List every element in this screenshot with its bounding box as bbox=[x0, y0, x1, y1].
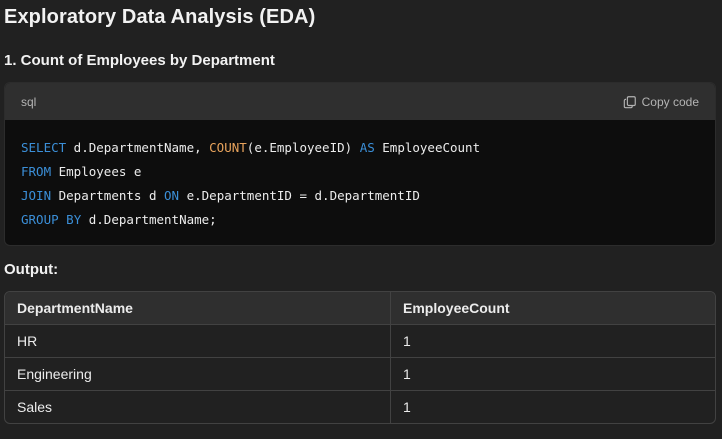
output-label: Output: bbox=[4, 261, 59, 278]
output-table: DepartmentName EmployeeCount HR 1 Engineeri… bbox=[4, 291, 716, 424]
code-line: JOIN Departments d ON e.DepartmentID = d… bbox=[21, 184, 699, 208]
code-keyword: FROM bbox=[21, 164, 52, 179]
code-text: Employees e bbox=[51, 164, 142, 179]
code-keyword: BY bbox=[66, 212, 82, 227]
chat-response: Exploratory Data Analysis (EDA) 1. Count… bbox=[0, 0, 722, 439]
column-header: EmployeeCount bbox=[390, 292, 715, 325]
code-keyword: JOIN bbox=[21, 188, 52, 203]
code-keyword: ON bbox=[164, 188, 180, 203]
code-line: GROUP BY d.DepartmentName; bbox=[21, 208, 699, 232]
code-keyword: SELECT bbox=[21, 140, 67, 155]
code-text: d.DepartmentName; bbox=[81, 212, 217, 227]
section-title: 1. Count of Employees by Department bbox=[4, 52, 275, 69]
table-cell: 1 bbox=[390, 324, 715, 358]
copy-icon bbox=[623, 95, 636, 108]
table-body: HR 1 Engineering 1 Sales 1 bbox=[5, 324, 715, 423]
code-line: SELECT d.DepartmentName, COUNT(e.Employe… bbox=[21, 136, 699, 160]
code-text: e.DepartmentID = d.DepartmentID bbox=[179, 188, 420, 203]
code-keyword: AS bbox=[359, 140, 375, 155]
table-header-row: DepartmentName EmployeeCount bbox=[5, 292, 715, 325]
copy-code-button[interactable]: Copy code bbox=[623, 95, 699, 109]
code-block: sql Copy code SELECT d.DepartmentName, C… bbox=[4, 82, 716, 246]
copy-code-label: Copy code bbox=[641, 94, 699, 109]
table-row: Sales 1 bbox=[5, 390, 715, 423]
column-header: DepartmentName bbox=[5, 292, 391, 325]
table-row: Engineering 1 bbox=[5, 357, 715, 391]
table-row: HR 1 bbox=[5, 324, 715, 358]
code-language-label: sql bbox=[21, 94, 37, 109]
table-cell: Sales bbox=[5, 390, 391, 423]
code-text: d.DepartmentName, bbox=[66, 140, 210, 155]
code-keyword: GROUP bbox=[21, 212, 59, 227]
table-cell: HR bbox=[5, 324, 391, 358]
code-text: Departments d bbox=[51, 188, 164, 203]
table-cell: 1 bbox=[403, 399, 411, 415]
page-title: Exploratory Data Analysis (EDA) bbox=[4, 6, 316, 28]
code-text: (e.EmployeeID) bbox=[246, 140, 360, 155]
code-header: sql Copy code bbox=[5, 83, 715, 120]
code-function: COUNT bbox=[209, 140, 247, 155]
code-line: FROM Employees e bbox=[21, 160, 699, 184]
table-cell: 1 bbox=[390, 357, 715, 391]
code-text: EmployeeCount bbox=[374, 140, 481, 155]
code-content: SELECT d.DepartmentName, COUNT(e.Employe… bbox=[5, 120, 715, 232]
table-cell: Engineering bbox=[5, 357, 391, 391]
